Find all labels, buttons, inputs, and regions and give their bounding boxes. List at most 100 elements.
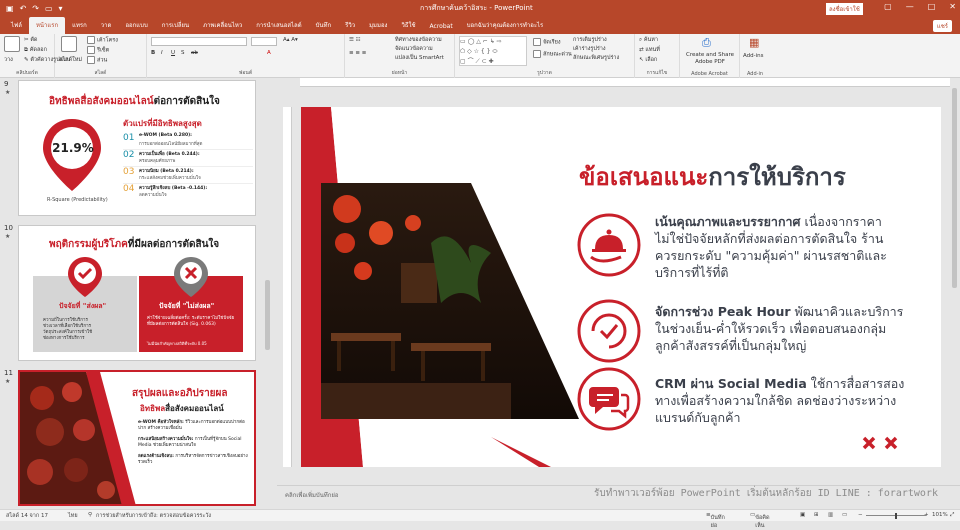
quick-styles-button[interactable]: ลักษณะด่วน <box>533 50 572 59</box>
grow-font-icon[interactable]: A▴ A▾ <box>283 37 298 43</box>
slideshow-icon[interactable]: ▭ <box>45 4 53 13</box>
slide-thumbnail-10[interactable]: พฤติกรรมผู้บริโภคที่มีผลต่อการตัดสินใจ ป… <box>18 225 256 361</box>
shape-outline-button[interactable]: เค้าร่างรูปร่าง <box>573 45 606 53</box>
shapes-gallery[interactable]: ▭ ◯ △ ⌐ ↳ ⇨ ⬠ ◇ ☆ { } ⬭ ▢ ⌒ ⟋ ⊂ ✚ <box>459 36 527 66</box>
adobe-pdf-icon[interactable]: ⎙ <box>702 36 711 50</box>
section-button[interactable]: ส่วน <box>87 56 107 65</box>
bullets-icon[interactable]: ☰ ☷ <box>349 37 361 43</box>
minimize-icon[interactable]: — <box>906 2 914 11</box>
smartart-button[interactable]: แปลงเป็น SmartArt <box>395 54 444 62</box>
factor-item: 01 e-WOM (Beta 0.280): การบอกต่อออนไลน์มีผ… <box>123 133 253 150</box>
arrange-button[interactable]: จัดเรียง <box>533 38 561 47</box>
tab-acrobat[interactable]: Acrobat <box>423 23 460 34</box>
tab-review[interactable]: รีวิว <box>338 20 362 34</box>
zoom-slider-handle[interactable] <box>895 513 897 519</box>
tab-insert[interactable]: แทรก <box>65 20 94 34</box>
check-pin-icon <box>68 257 102 297</box>
addins-group-label: Add-in <box>746 71 764 77</box>
tab-transitions[interactable]: การเปลี่ยน <box>155 20 196 34</box>
tab-animations[interactable]: ภาพเคลื่อนไหว <box>196 20 249 34</box>
slide-thumbnail-11[interactable]: สรุปผลและอภิปรายผล อิทธิพลสื่อสังคมออนไล… <box>18 370 256 506</box>
tab-home[interactable]: หน้าแรก <box>28 17 66 34</box>
share-button[interactable]: แชร์ <box>932 20 952 32</box>
undo-icon[interactable]: ↶ <box>20 4 27 13</box>
addins-icon[interactable]: ▦ <box>749 36 759 49</box>
notes-toggle[interactable]: ≡ บันทึกย่อ <box>706 512 725 529</box>
slide-scrollbar[interactable] <box>950 80 959 485</box>
zoom-out-icon[interactable]: − <box>858 512 863 518</box>
slide-thumbnail-9[interactable]: อิทธิพลสื่อสังคมออนไลน์ต่อการตัดสินใจ 21… <box>18 80 256 216</box>
font-size-box[interactable] <box>251 37 277 46</box>
replace-button[interactable]: ⇄ แทนที่ <box>639 46 660 54</box>
language-indicator[interactable]: ไทย <box>68 512 78 520</box>
align-icon[interactable]: ≡ ≡ ≡ <box>349 50 366 56</box>
underline-icon[interactable]: U <box>171 50 175 56</box>
animation-star-icon: ★ <box>5 89 11 96</box>
reset-icon <box>87 46 95 54</box>
horizontal-ruler[interactable] <box>300 78 950 87</box>
normal-view-icon[interactable]: ▣ <box>800 512 805 518</box>
align-text-button[interactable]: จัดแนวข้อความ <box>395 45 433 53</box>
bullet-title: e-WOM คือหัวใจหลัก: <box>138 420 184 425</box>
vertical-ruler[interactable] <box>283 107 292 467</box>
fit-slide-icon[interactable]: ⤢ <box>950 512 954 519</box>
font-color-icon[interactable]: A <box>267 50 271 56</box>
thumb-title-red: อิทธิพลสื่อสังคมออนไลน์ <box>49 96 154 107</box>
not-affecting-item: ค่าใช้จ่ายเฉลี่ยต่อครั้ง: ระดับราคาไม่ใช… <box>147 316 235 327</box>
reading-view-icon[interactable]: ▥ <box>828 512 833 518</box>
font-name-box[interactable] <box>151 37 247 46</box>
layout-button[interactable]: เค้าโครง <box>87 36 118 45</box>
smartart-label: แปลงเป็น SmartArt <box>395 55 444 61</box>
new-slide-button[interactable] <box>61 36 79 52</box>
tab-record[interactable]: บันทึก <box>309 20 339 34</box>
slide-counter: สไลด์ 14 จาก 17 <box>6 513 48 519</box>
tab-design[interactable]: ออกแบบ <box>118 20 154 34</box>
create-adobe-pdf-button[interactable]: Create and Share Adobe PDF <box>684 52 736 66</box>
text-direction-button[interactable]: ทิศทางของข้อความ <box>395 36 442 44</box>
bold-icon[interactable]: B <box>151 50 155 56</box>
redo-icon[interactable]: ↷ <box>32 4 39 13</box>
shadow-icon[interactable]: S <box>181 50 185 56</box>
sign-in-button[interactable]: ลงชื่อเข้าใช้ <box>826 3 863 15</box>
ribbon-display-icon[interactable]: ▢ <box>884 2 892 11</box>
copy-button[interactable]: ⧉ คัดลอก <box>24 46 47 54</box>
autosave-icon[interactable]: ▣ <box>6 4 14 13</box>
maximize-icon[interactable]: □ <box>928 2 936 11</box>
zoom-in-icon[interactable]: + <box>924 512 929 518</box>
tell-me-search[interactable]: บอกฉันว่าคุณต้องการทำอะไร <box>460 20 551 34</box>
italic-icon[interactable]: I <box>161 50 163 56</box>
slide-sorter-icon[interactable]: ⊞ <box>814 512 819 518</box>
recommendation-1: เน้นคุณภาพและบรรยากาศ เนื่องจากราคา ไม่ใ… <box>655 213 935 281</box>
find-button[interactable]: ⌕ ค้นหา <box>639 36 658 44</box>
tab-file[interactable]: ไฟล์ <box>4 20 29 34</box>
bullet-title: กระแสนิยมสร้างความมั่นใจ: <box>138 437 194 442</box>
qat-dropdown-icon[interactable]: ▾ <box>59 4 63 13</box>
addins-button[interactable]: Add-ins <box>743 53 764 59</box>
watermark-text: รับทำพาวเวอร์พ้อย PowerPoint เริ่มต้นหลั… <box>593 488 938 499</box>
shape-effects-button[interactable]: ลักษณะพิเศษรูปร่าง <box>573 54 619 62</box>
accessibility-icon[interactable]: ⚲ <box>88 512 92 518</box>
paste-button[interactable] <box>4 36 22 52</box>
accessibility-status[interactable]: การช่วยสำหรับการเข้าถึง: ตรวจสอบข้อควรระ… <box>96 512 211 520</box>
thumbnail-scrollbar[interactable] <box>264 80 271 505</box>
reset-button[interactable]: รีเซ็ต <box>87 46 109 55</box>
notes-pane[interactable]: คลิกเพื่อเพิ่มบันทึกย่อ รับทำพาวเวอร์พ้อ… <box>277 485 960 509</box>
thumbnail-scroll-thumb[interactable] <box>265 280 270 350</box>
slide-canvas[interactable]: ข้อเสนอแนะการให้บริการ เน้นคุณภาพและบรรย… <box>301 107 941 467</box>
tab-view[interactable]: มุมมอง <box>362 20 394 34</box>
zoom-level[interactable]: 101% <box>932 512 948 518</box>
tab-help[interactable]: วิธีใช้ <box>394 20 422 34</box>
select-button[interactable]: ↖ เลือก <box>639 56 657 64</box>
slides-group: สไลด์ใหม่ เค้าโครง รีเซ็ต ส่วน สไลด์ <box>55 34 147 78</box>
shape-fill-button[interactable]: การเติมรูปร่าง <box>573 36 607 44</box>
slide-scroll-thumb[interactable] <box>952 88 957 288</box>
thumb-subtitle-dark: สื่อสังคมออนไลน์ <box>165 404 224 413</box>
notes-placeholder[interactable]: คลิกเพื่อเพิ่มบันทึกย่อ <box>285 490 339 500</box>
slideshow-view-icon[interactable]: ▭ <box>842 512 847 518</box>
tab-draw[interactable]: วาด <box>94 20 119 34</box>
cut-button[interactable]: ✂ ตัด <box>24 36 38 44</box>
tab-slideshow[interactable]: การนำเสนอสไลด์ <box>249 20 308 34</box>
strikethrough-icon[interactable]: ab <box>191 50 198 56</box>
close-icon[interactable]: ✕ <box>949 2 956 11</box>
comments-toggle[interactable]: ▭ ข้อคิดเห็น <box>750 512 770 529</box>
